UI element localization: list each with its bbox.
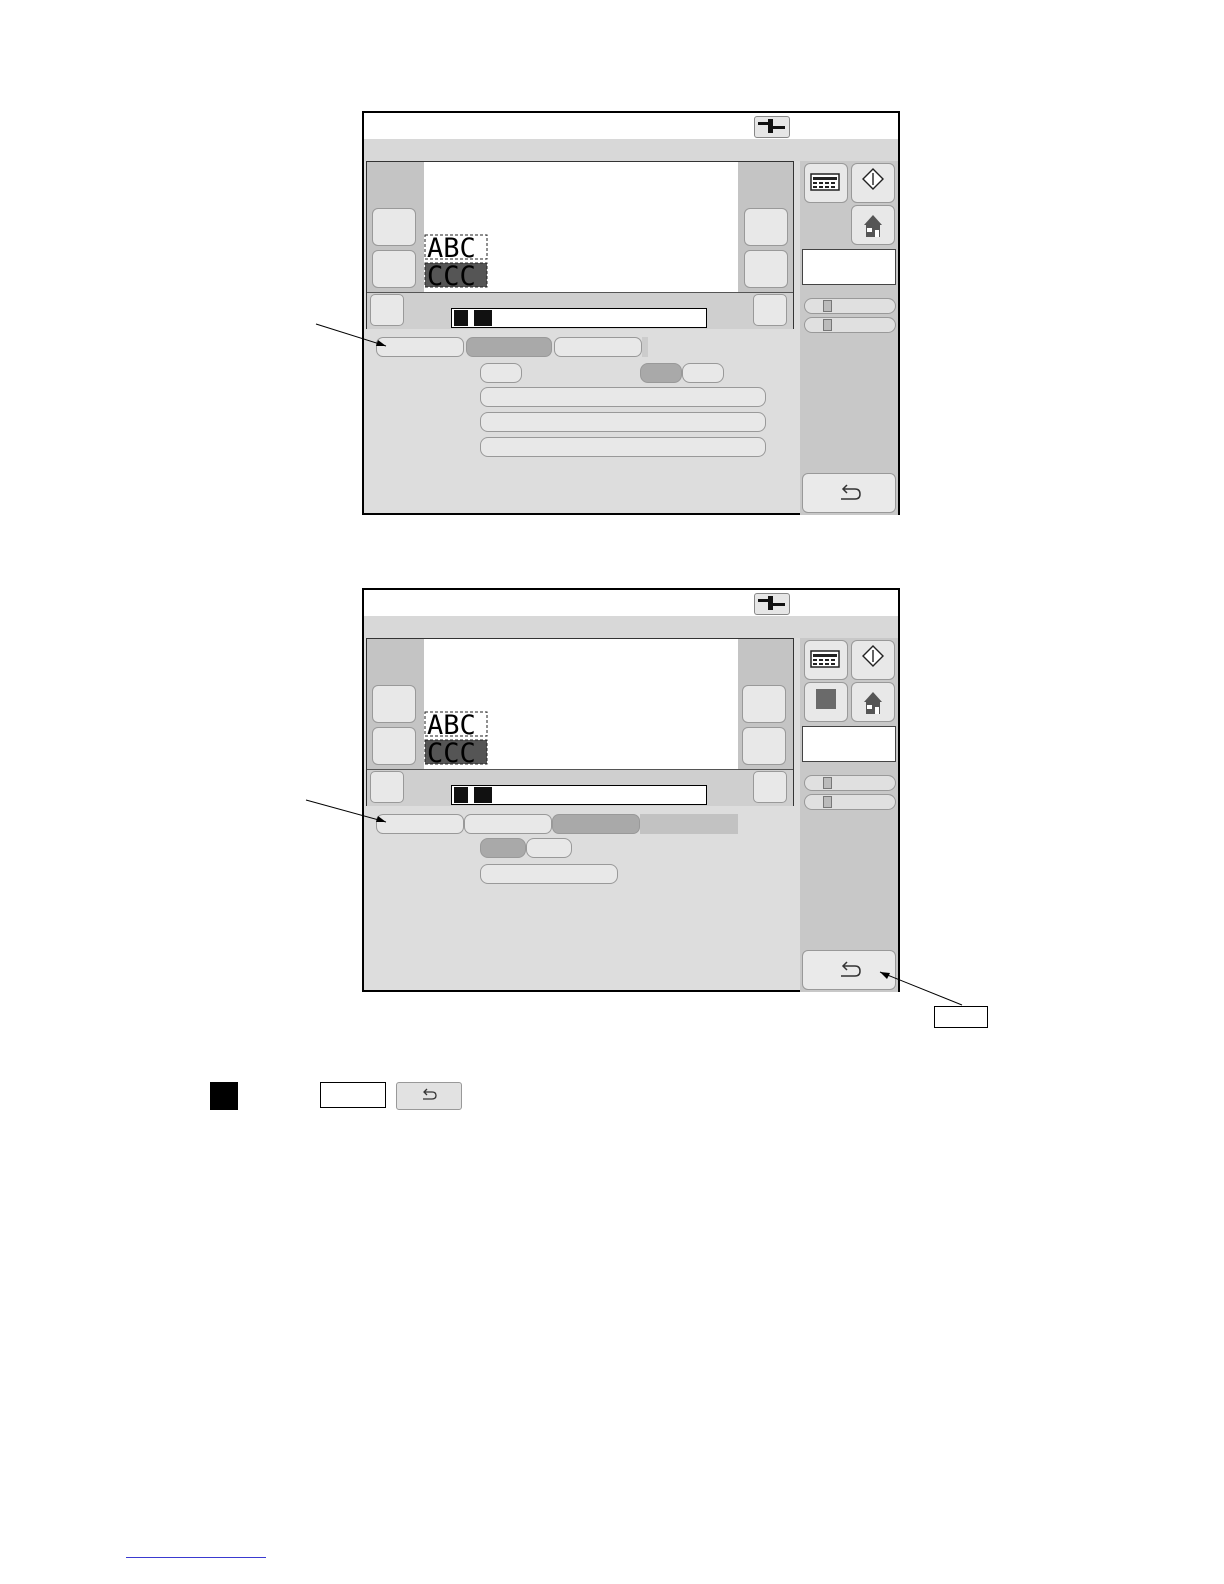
return-arrow-icon [423,1088,437,1100]
legend-label-box [320,1082,386,1108]
step-bullet-icon [210,1082,238,1110]
footer-link-underline[interactable] [126,1557,266,1558]
callout-arrows-bottom [305,799,963,1006]
callout-label-box [934,1006,988,1028]
legend-back-button [396,1082,462,1110]
